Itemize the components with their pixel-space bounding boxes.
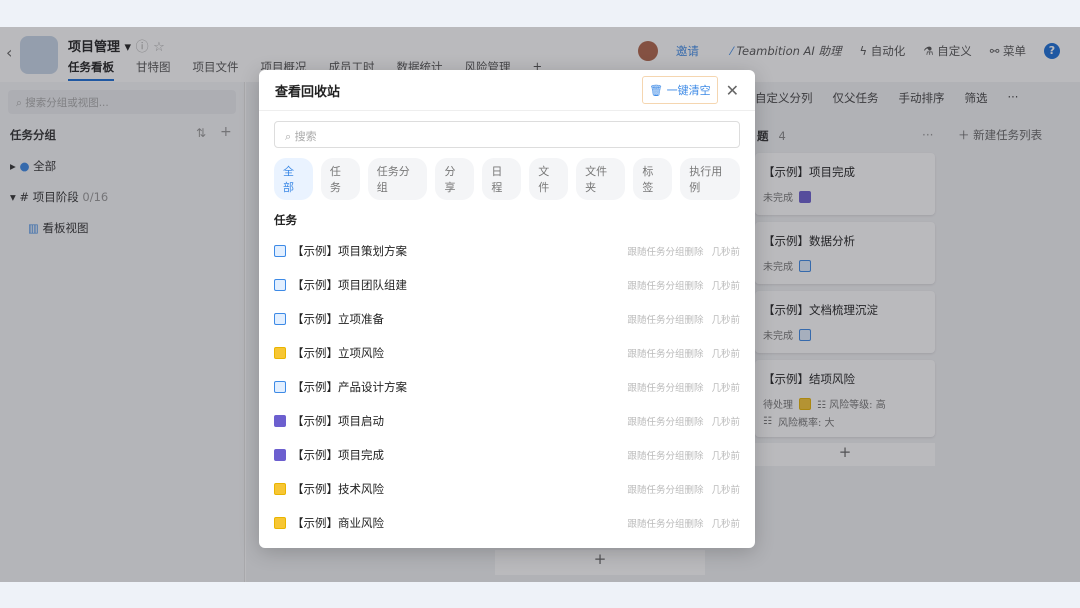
trash-icon: 🗑 — [649, 84, 664, 97]
item-name: 【示例】项目策划方案 — [292, 244, 407, 258]
list-item[interactable]: 【示例】项目团队组建 跟随任务分组删除 几秒前 — [259, 268, 755, 302]
list-item[interactable]: 【示例】立项准备 跟随任务分组删除 几秒前 — [259, 302, 755, 336]
delete-time: 几秒前 — [711, 451, 740, 462]
list-item[interactable]: 【示例】数据分析跟随任务分组删除几秒前 — [259, 540, 755, 548]
filter-chip[interactable]: 全部 — [274, 158, 313, 200]
filter-chip[interactable]: 执行用例 — [680, 158, 741, 200]
filter-chip[interactable]: 文件 — [529, 158, 569, 200]
delete-reason: 跟随任务分组删除 — [627, 519, 704, 530]
item-name: 【示例】立项风险 — [292, 346, 384, 360]
delete-time: 几秒前 — [711, 519, 740, 530]
risk-icon — [274, 347, 286, 359]
item-name: 【示例】项目启动 — [292, 414, 384, 428]
delete-reason: 跟随任务分组删除 — [627, 417, 704, 428]
delete-reason: 跟随任务分组删除 — [627, 383, 704, 394]
item-name: 【示例】项目团队组建 — [292, 278, 407, 292]
list-item[interactable]: 【示例】项目完成 跟随任务分组删除 几秒前 — [259, 438, 755, 472]
task-icon — [274, 313, 286, 325]
delete-reason: 跟随任务分组删除 — [627, 485, 704, 496]
delete-reason: 跟随任务分组删除 — [627, 247, 704, 258]
list-item[interactable]: 【示例】技术风险 跟随任务分组删除 几秒前 — [259, 472, 755, 506]
list-item[interactable]: 【示例】项目策划方案 跟随任务分组删除 几秒前 — [259, 234, 755, 268]
filter-chip[interactable]: 任务 — [320, 158, 360, 200]
risk-icon — [274, 483, 286, 495]
close-icon[interactable]: ✕ — [726, 81, 739, 100]
delete-time: 几秒前 — [711, 417, 740, 428]
section-title: 任务 — [274, 213, 297, 227]
delete-reason: 跟随任务分组删除 — [627, 315, 704, 326]
search-placeholder: 搜索 — [294, 130, 317, 143]
list-item[interactable]: 【示例】产品设计方案 跟随任务分组删除 几秒前 — [259, 370, 755, 404]
item-name: 【示例】项目完成 — [292, 448, 384, 462]
list-item[interactable]: 【示例】商业风险 跟随任务分组删除 几秒前 — [259, 506, 755, 540]
filter-chip[interactable]: 任务分组 — [367, 158, 428, 200]
delete-reason: 跟随任务分组删除 — [627, 349, 704, 360]
recycle-search-input[interactable]: ⌕ 搜索 — [274, 121, 740, 148]
delete-time: 几秒前 — [711, 315, 740, 326]
filter-chip[interactable]: 文件夹 — [576, 158, 626, 200]
delete-time: 几秒前 — [711, 349, 740, 360]
list-item[interactable]: 【示例】立项风险 跟随任务分组删除 几秒前 — [259, 336, 755, 370]
item-name: 【示例】立项准备 — [292, 312, 384, 326]
filter-chip[interactable]: 分享 — [435, 158, 475, 200]
task-icon — [274, 279, 286, 291]
delete-time: 几秒前 — [711, 247, 740, 258]
recycle-bin-dialog: 查看回收站 🗑 一键清空 ✕ ⌕ 搜索 全部 任务 任务分组 分享 日程 文件 文件夹 标签执… — [259, 70, 755, 548]
dialog-header: 查看回收站 🗑 一键清空 ✕ — [259, 70, 755, 111]
clear-all-button[interactable]: 🗑 一键清空 — [642, 76, 718, 104]
recycle-list: 【示例】项目策划方案 跟随任务分组删除 几秒前 【示例】项目团队组建 跟随任务分组删除几… — [259, 234, 755, 548]
task-icon — [274, 381, 286, 393]
item-name: 【示例】技术风险 — [292, 482, 384, 496]
dialog-title: 查看回收站 — [275, 84, 341, 100]
task-icon — [274, 245, 286, 257]
list-item[interactable]: 【示例】项目启动 跟随任务分组删除 几秒前 — [259, 404, 755, 438]
item-name: 【示例】产品设计方案 — [292, 380, 407, 394]
delete-time: 几秒前 — [711, 485, 740, 496]
delete-time: 几秒前 — [711, 383, 740, 394]
risk-icon — [274, 517, 286, 529]
delete-reason: 跟随任务分组删除 — [627, 451, 704, 462]
item-name: 【示例】商业风险 — [292, 516, 384, 530]
filter-chip[interactable]: 标签 — [633, 158, 673, 200]
milestone-icon — [274, 449, 286, 461]
clear-all-label: 一键清空 — [666, 84, 711, 97]
delete-time: 几秒前 — [711, 281, 740, 292]
delete-reason: 跟随任务分组删除 — [627, 281, 704, 292]
filter-chip[interactable]: 日程 — [482, 158, 522, 200]
filter-chips: 全部 任务 任务分组 分享 日程 文件 文件夹 标签 执行用例 — [274, 158, 741, 200]
milestone-icon — [274, 415, 286, 427]
